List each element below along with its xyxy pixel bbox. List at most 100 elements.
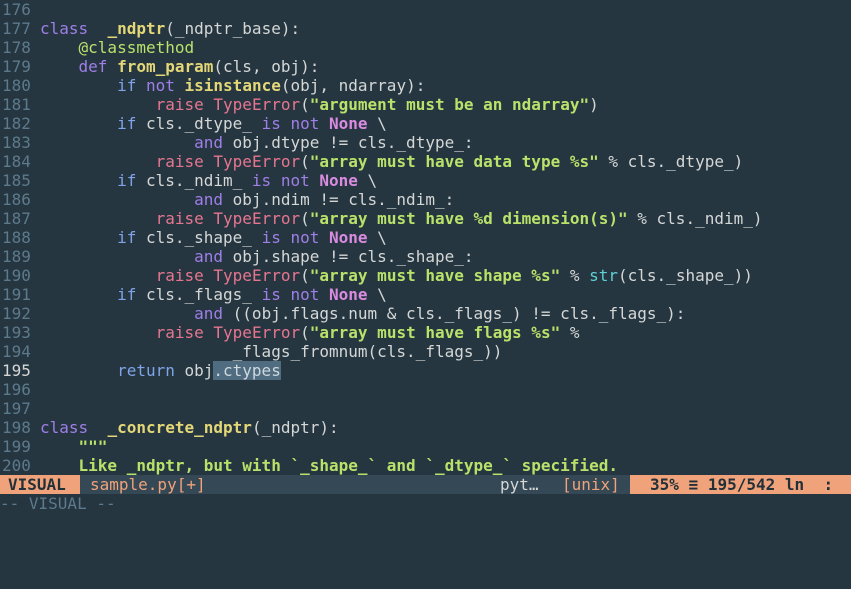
code-token: ( xyxy=(300,152,310,171)
line-number: 185 xyxy=(2,171,31,190)
code-token: ( xyxy=(300,323,310,342)
code-token: raise xyxy=(155,323,204,342)
code-line[interactable]: 191 if cls._flags_ is not None \ xyxy=(0,285,387,304)
code-token: obj.ndim != cls._ndim_: xyxy=(223,190,455,209)
code-token: (_ndptr): xyxy=(251,418,339,437)
code-token: """ xyxy=(78,437,108,456)
code-line[interactable]: 200 Like _ndptr, but with `_shape_` and … xyxy=(0,456,618,475)
code-token: if xyxy=(117,285,137,304)
code-text[interactable]: if cls._ndim_ is not None \ xyxy=(40,171,377,190)
line-number: 193 xyxy=(2,323,31,342)
code-text[interactable]: if not isinstance(obj, ndarray): xyxy=(40,76,425,95)
code-text[interactable]: Like _ndptr, but with `_shape_` and `_dt… xyxy=(40,456,618,475)
scroll-percent: 35% xyxy=(650,475,679,494)
code-token: cls._shape_ xyxy=(136,228,262,247)
code-text[interactable]: def from_param(cls, obj): xyxy=(40,57,320,76)
code-token: % cls._dtype_) xyxy=(598,152,744,171)
code-token: None xyxy=(329,285,368,304)
code-line[interactable]: 179 def from_param(cls, obj): xyxy=(0,57,319,76)
code-token: cls._flags_ xyxy=(136,285,262,304)
code-text[interactable]: _flags_fromnum(cls._flags_)) xyxy=(40,342,503,361)
code-line[interactable]: 186 and obj.ndim != cls._ndim_: xyxy=(0,190,454,209)
code-line[interactable]: 177 class _ndptr(_ndptr_base): xyxy=(0,19,300,38)
code-token: ( xyxy=(300,209,310,228)
code-token: class xyxy=(40,418,89,437)
code-text[interactable]: if cls._shape_ is not None \ xyxy=(40,228,387,247)
code-line[interactable]: 189 and obj.shape != cls._shape_: xyxy=(0,247,473,266)
line-number: 199 xyxy=(2,437,31,456)
code-line[interactable]: 198 class _concrete_ndptr(_ndptr): xyxy=(0,418,339,437)
code-line[interactable]: 188 if cls._shape_ is not None \ xyxy=(0,228,387,247)
code-text[interactable]: class _concrete_ndptr(_ndptr): xyxy=(40,418,339,437)
code-text[interactable]: raise TypeError("argument must be an nda… xyxy=(40,95,599,114)
code-text[interactable]: and obj.ndim != cls._ndim_: xyxy=(40,190,454,209)
code-text[interactable]: raise TypeError("array must have data ty… xyxy=(40,152,744,171)
line-number: 183 xyxy=(2,133,31,152)
line-number: 195 xyxy=(2,361,31,380)
code-token: obj xyxy=(174,361,214,380)
code-text[interactable]: raise TypeError("array must have %d dime… xyxy=(40,209,763,228)
code-text[interactable]: class _ndptr(_ndptr_base): xyxy=(40,19,300,38)
code-text[interactable]: raise TypeError("array must have shape %… xyxy=(40,266,753,285)
code-text[interactable]: """ xyxy=(40,437,108,456)
code-token: ( xyxy=(300,266,310,285)
code-line[interactable]: 184 raise TypeError("array must have dat… xyxy=(0,152,743,171)
code-text[interactable]: if cls._dtype_ is not None \ xyxy=(40,114,387,133)
code-token: Like _ndptr, but with `_shape_` and `_dt… xyxy=(78,456,618,475)
line-number: 184 xyxy=(2,152,31,171)
code-line[interactable]: 183 and obj.dtype != cls._dtype_: xyxy=(0,133,473,152)
code-token: "array must have shape %s" xyxy=(309,266,561,285)
code-token: TypeError xyxy=(213,209,301,228)
code-text[interactable]: and ((obj.flags.num & cls._flags_) != cl… xyxy=(40,304,685,323)
code-token: "argument must be an ndarray" xyxy=(309,95,590,114)
code-text[interactable]: raise TypeError("array must have flags %… xyxy=(40,323,580,342)
command-line[interactable]: -- VISUAL -- xyxy=(0,494,851,514)
code-token: (cls._shape_)) xyxy=(618,266,753,285)
code-text[interactable]: and obj.shape != cls._shape_: xyxy=(40,247,473,266)
editor-pane[interactable]: 176 177 class _ndptr(_ndptr_base): 178 @cla… xyxy=(0,0,851,475)
code-token: \ xyxy=(357,171,378,190)
code-token: "array must have flags %s" xyxy=(309,323,561,342)
code-line[interactable]: 192 and ((obj.flags.num & cls._flags_) !… xyxy=(0,304,685,323)
code-line[interactable]: 178 @classmethod xyxy=(0,38,194,57)
code-token: if xyxy=(117,171,137,190)
code-line[interactable]: 181 raise TypeError("argument must be an… xyxy=(0,95,599,114)
code-token: "array must have data type %s" xyxy=(309,152,599,171)
line-number: 179 xyxy=(2,57,31,76)
line-number: 200 xyxy=(2,456,31,475)
code-line[interactable]: 195 return obj.ctypes xyxy=(0,361,281,380)
code-text[interactable]: if cls._flags_ is not None \ xyxy=(40,285,387,304)
code-text[interactable]: return obj.ctypes xyxy=(40,361,281,380)
code-line[interactable]: 193 raise TypeError("array must have fla… xyxy=(0,323,579,342)
code-token: _ndptr xyxy=(107,19,166,38)
code-line[interactable]: 176 xyxy=(0,0,34,19)
code-line[interactable]: 190 raise TypeError("array must have sha… xyxy=(0,266,753,285)
code-text[interactable]: and obj.dtype != cls._dtype_: xyxy=(40,133,473,152)
code-text[interactable]: @classmethod xyxy=(40,38,195,57)
code-line[interactable]: 185 if cls._ndim_ is not None \ xyxy=(0,171,377,190)
code-line[interactable]: 194 _flags_fromnum(cls._flags_)) xyxy=(0,342,502,361)
code-line[interactable]: 182 if cls._dtype_ is not None \ xyxy=(0,114,387,133)
code-line[interactable]: 199 """ xyxy=(0,437,107,456)
code-line[interactable]: 187 raise TypeError("array must have %d … xyxy=(0,209,763,228)
code-line[interactable]: 197 xyxy=(0,399,34,418)
code-token: None xyxy=(329,228,368,247)
code-line[interactable]: 196 xyxy=(0,380,34,399)
code-line[interactable]: 180 if not isinstance(obj, ndarray): xyxy=(0,76,425,95)
